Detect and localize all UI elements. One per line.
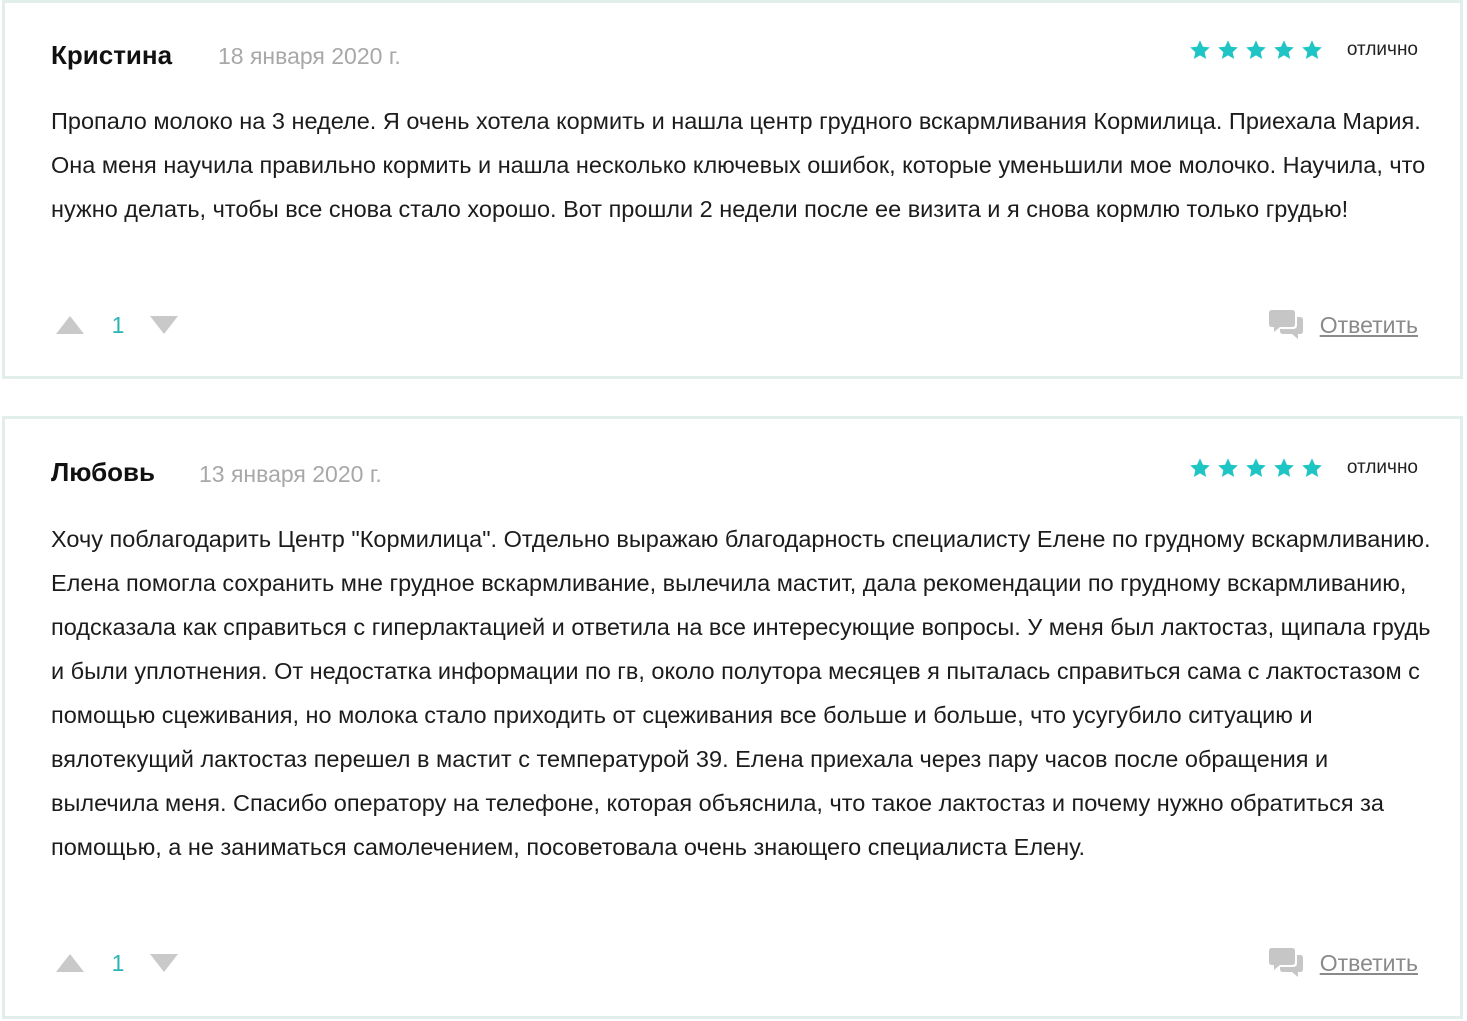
reply-button[interactable]: Ответить <box>1268 943 1418 983</box>
review-footer: 1 Ответить <box>51 943 1418 983</box>
review-rating: отлично <box>1189 457 1418 479</box>
review-text: Пропало молоко на 3 неделе. Я очень хоте… <box>51 108 1426 222</box>
star-icon <box>1189 39 1211 61</box>
star-icon <box>1217 457 1239 479</box>
star-icon <box>1245 457 1267 479</box>
review-card: Любовь 13 января 2020 г. отлично Хочу по… <box>2 416 1463 1019</box>
triangle-down-icon[interactable] <box>149 953 179 973</box>
star-icon <box>1301 457 1323 479</box>
star-icon <box>1217 39 1239 61</box>
review-date: 13 января 2020 г. <box>199 461 382 487</box>
vote-control: 1 <box>51 943 179 983</box>
review-rating: отлично <box>1189 39 1418 61</box>
review-date: 18 января 2020 г. <box>218 43 401 69</box>
rating-label: отлично <box>1346 39 1418 60</box>
vote-count: 1 <box>111 949 125 976</box>
speech-bubbles-icon <box>1268 946 1304 980</box>
star-icon <box>1301 39 1323 61</box>
triangle-down-icon[interactable] <box>149 315 179 335</box>
reply-link[interactable]: Ответить <box>1320 312 1418 339</box>
speech-bubbles-icon <box>1268 308 1304 342</box>
rating-stars <box>1189 457 1323 479</box>
star-icon <box>1245 39 1267 61</box>
review-author: Кристина <box>51 40 173 70</box>
review-author: Любовь <box>51 457 156 487</box>
reply-link[interactable]: Ответить <box>1320 950 1418 977</box>
review-footer: 1 Ответить <box>51 305 1418 345</box>
rating-stars <box>1189 39 1323 61</box>
vote-count: 1 <box>111 311 125 338</box>
vote-control: 1 <box>51 305 179 345</box>
star-icon <box>1189 457 1211 479</box>
reply-button[interactable]: Ответить <box>1268 305 1418 345</box>
rating-label: отлично <box>1346 457 1418 478</box>
triangle-up-icon[interactable] <box>55 315 85 335</box>
star-icon <box>1273 39 1295 61</box>
star-icon <box>1273 457 1295 479</box>
review-text: Хочу поблагодарить Центр "Кормилица". От… <box>51 526 1431 860</box>
review-card: Кристина 18 января 2020 г. отлично Пропа… <box>2 0 1463 379</box>
triangle-up-icon[interactable] <box>55 953 85 973</box>
